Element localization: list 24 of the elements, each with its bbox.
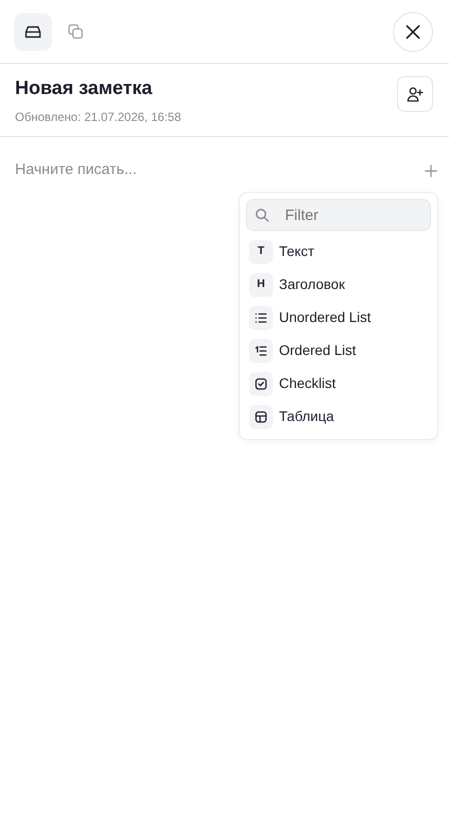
search-icon [255, 208, 269, 222]
block-menu-item[interactable]: T Текст [246, 235, 431, 268]
checkbox-icon [255, 378, 267, 390]
block-menu-item[interactable]: Таблица [246, 400, 431, 433]
numbered-list-icon [255, 346, 267, 356]
block-menu-item[interactable]: H Заголовок [246, 268, 431, 301]
block-type-icon: T [249, 240, 273, 264]
plus-icon [425, 164, 437, 177]
add-user-button[interactable] [397, 76, 433, 112]
list-icon [255, 312, 267, 322]
view-tab[interactable] [14, 12, 52, 50]
tray-icon [25, 24, 41, 38]
close-button[interactable] [393, 12, 433, 52]
copy-icon [68, 24, 82, 39]
close-icon [406, 24, 420, 38]
block-menu-item[interactable]: Ordered List [246, 334, 431, 367]
table-icon [255, 410, 267, 422]
filter-field[interactable]: Filter [246, 199, 431, 231]
note-title: Новая заметка [15, 77, 154, 101]
block-menu-item[interactable]: Unordered List [246, 301, 431, 334]
updated-timestamp: Обновлено: 21.07.2026, 16:58 [15, 109, 182, 126]
add-user-icon [406, 85, 424, 103]
block-type-icon: H [249, 272, 273, 296]
block-menu-item[interactable]: Checklist [246, 367, 431, 400]
